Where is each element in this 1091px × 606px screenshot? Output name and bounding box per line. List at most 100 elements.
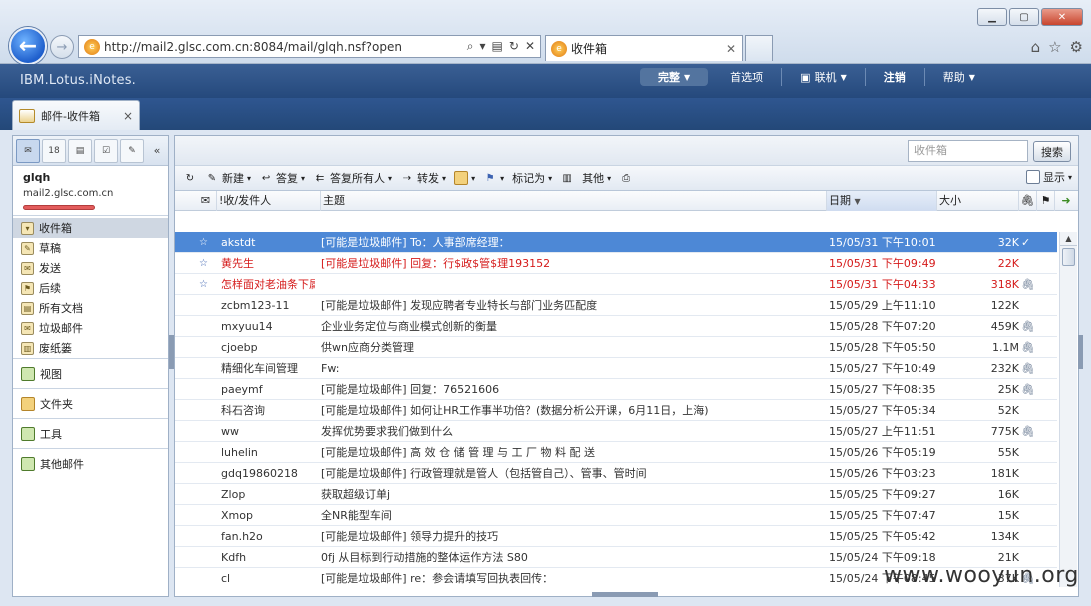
minimize-icon[interactable]: ▁ xyxy=(977,8,1007,26)
contacts-icon[interactable]: ▤ xyxy=(68,138,92,163)
followup-flag-icon: ⚑ xyxy=(21,281,34,295)
mark-as-button[interactable]: 标记为 ▾ xyxy=(508,168,556,188)
home-icon[interactable]: ⌂ xyxy=(1031,38,1041,56)
message-row[interactable]: ☆ akstdt [可能是垃圾邮件] To：人事部席经理： 15/05/31 下午10… xyxy=(175,232,1057,253)
message-row[interactable]: fan.h2o [可能是垃圾邮件] 领导力提升的技巧 15/05/25 下午05:4… xyxy=(175,526,1057,547)
back-icon[interactable]: ← xyxy=(9,27,47,65)
refresh-icon[interactable]: ↻ xyxy=(509,39,519,54)
message-date: 15/05/26 下午05:19 xyxy=(829,446,936,459)
address-bar[interactable]: e http://mail2.glsc.com.cn:8084/mail/glq… xyxy=(78,35,541,58)
show-button[interactable]: 显示 ▾ xyxy=(1025,169,1072,185)
stop-icon[interactable]: ✕ xyxy=(525,39,535,54)
message-subject: [可能是垃圾邮件] 回复：76521606 xyxy=(321,383,500,396)
scroll-up-icon[interactable]: ▲ xyxy=(1060,232,1077,246)
menu-preferences[interactable]: 首选项 xyxy=(712,68,783,86)
message-date: 15/05/31 下午04:33 xyxy=(829,278,936,291)
read-status-column[interactable]: ✉ xyxy=(195,191,217,211)
close-window-icon[interactable]: ✕ xyxy=(1041,8,1083,26)
message-row[interactable]: 精细化车间管理 Fw: 15/05/27 下午10:49 232K 🖇 xyxy=(175,358,1057,379)
message-row[interactable]: ☆ 黄先生 [可能是垃圾邮件] 回复：行$政$管$理193152 15/05/31 下… xyxy=(175,253,1057,274)
collapse-icon[interactable]: « xyxy=(149,144,165,157)
folder-followup[interactable]: ⚑ 后续 xyxy=(13,278,168,298)
dropdown-icon[interactable]: ▾ xyxy=(480,39,486,54)
section-folders[interactable]: 文件夹 xyxy=(13,388,168,418)
message-row[interactable]: Xmop 全NR能型车间 15/05/25 下午07:47 15K xyxy=(175,505,1057,526)
address-url[interactable]: http://mail2.glsc.com.cn:8084/mail/glqh.… xyxy=(104,40,467,54)
menu-online[interactable]: ▣ 联机 ▼ xyxy=(782,68,866,86)
delete-button[interactable]: ▥ xyxy=(556,168,578,188)
right-pane-splitter[interactable] xyxy=(1078,335,1083,369)
menu-logout[interactable]: 注销 xyxy=(866,68,925,86)
mail-icon[interactable]: ✉ xyxy=(16,138,40,163)
message-row[interactable]: luhelin [可能是垃圾邮件] 高 效 仓 储 管 理 与 工 厂 物 料 配… xyxy=(175,442,1057,463)
forward-button[interactable]: ⇢ 转发 ▾ xyxy=(396,168,450,188)
attachment-column[interactable]: 🖇 xyxy=(1019,191,1037,211)
message-row[interactable]: ☆ 怎样面对老油条下属回复： 15/05/31 下午04:33 318K🖇 xyxy=(175,274,1057,295)
folder-list: ▾ 收件箱 ✎ 草稿 ✉ 发送 ⚑ 后续 ▤ 所有文档 ✉ 垃圾邮件 ▥ 废纸篓 xyxy=(13,216,168,358)
folder-drafts[interactable]: ✎ 草稿 xyxy=(13,238,168,258)
bottom-pane-splitter[interactable] xyxy=(592,592,658,597)
star-icon xyxy=(199,400,213,421)
section-tools[interactable]: 工具 xyxy=(13,418,168,448)
attachment-icon xyxy=(1021,295,1033,316)
print-button[interactable]: ⎙ xyxy=(615,168,637,188)
message-row[interactable]: ww 发挥优势要求我们做到什么 15/05/27 上午11:51 775K 🖇 xyxy=(175,421,1057,442)
new-tab-button[interactable] xyxy=(745,35,773,61)
message-date: 15/05/31 下午10:01 xyxy=(829,236,936,249)
message-row[interactable]: zcbm123-11 [可能是垃圾邮件] 发现应聘者专业特长与部门业务匹配度 15/… xyxy=(175,295,1057,316)
column-size[interactable]: 大小 xyxy=(937,191,1019,211)
search-input[interactable]: 收件箱 xyxy=(908,140,1028,162)
maximize-icon[interactable]: ▢ xyxy=(1009,8,1039,26)
followup-column[interactable]: ⚑ xyxy=(1037,191,1055,211)
new-button[interactable]: ✎ 新建 ▾ xyxy=(201,168,255,188)
message-row[interactable]: Zlop 获取超级订单j 15/05/25 下午09:27 16K xyxy=(175,484,1057,505)
star-icon xyxy=(199,505,213,526)
reply-button[interactable]: ↩ 答复 ▾ xyxy=(255,168,309,188)
message-subject: [可能是垃圾邮件] To：人事部席经理： xyxy=(321,236,510,249)
scrollbar-thumb[interactable] xyxy=(1062,248,1075,266)
favorites-icon[interactable]: ☆ xyxy=(1048,38,1061,56)
close-icon[interactable]: × xyxy=(123,109,133,123)
reply-all-button[interactable]: ⇇ 答复所有人 ▾ xyxy=(309,168,396,188)
browser-tab[interactable]: e 收件箱 ✕ xyxy=(545,35,743,61)
menu-help[interactable]: 帮助 ▼ xyxy=(925,68,993,86)
section-other-mail[interactable]: 其他邮件 xyxy=(13,448,168,478)
message-row[interactable]: 科石咨询 [可能是垃圾邮件] 如何让HR工作事半功倍？(数据分析公开课，6月11日… xyxy=(175,400,1057,421)
search-button[interactable]: 搜索 xyxy=(1033,141,1071,162)
more-button[interactable]: 其他 ▾ xyxy=(578,168,615,188)
message-row[interactable]: paeymf [可能是垃圾邮件] 回复：76521606 15/05/27 下午08… xyxy=(175,379,1057,400)
message-size: 52K xyxy=(997,404,1019,417)
chevron-down-icon: ▾ xyxy=(607,173,612,183)
message-list-scrollbar[interactable]: ▲ xyxy=(1059,232,1077,587)
todo-icon[interactable]: ☑ xyxy=(94,138,118,163)
refresh-button[interactable]: ↻ xyxy=(179,168,201,188)
section-views[interactable]: 视图 xyxy=(13,358,168,388)
folder-all-documents[interactable]: ▤ 所有文档 xyxy=(13,298,168,318)
compat-icon[interactable]: ▤ xyxy=(492,39,503,54)
attachment-icon: 🖇 xyxy=(1021,278,1033,291)
close-tab-icon[interactable]: ✕ xyxy=(726,42,742,56)
tab-mail-inbox[interactable]: 邮件-收件箱 × xyxy=(12,100,140,130)
folder-sent[interactable]: ✉ 发送 xyxy=(13,258,168,278)
star-icon xyxy=(199,337,213,358)
settings-icon[interactable]: ⚙ xyxy=(1070,38,1083,56)
column-from[interactable]: !收/发件人 xyxy=(217,191,321,211)
message-row[interactable]: gdq19860218 [可能是垃圾邮件] 行政管理就是管人（包括管自己）、管事、… xyxy=(175,463,1057,484)
folder-trash[interactable]: ▥ 废纸篓 xyxy=(13,338,168,358)
calendar-icon[interactable]: 18 xyxy=(42,138,66,163)
flag-button[interactable]: ⚑ ▾ xyxy=(479,168,508,188)
next-page-icon[interactable]: ➜ xyxy=(1055,191,1077,211)
move-to-folder-button[interactable]: ▾ xyxy=(450,168,479,188)
column-date[interactable]: 日期 ▼ xyxy=(827,191,937,211)
forward-icon[interactable]: → xyxy=(50,35,74,59)
folder-inbox[interactable]: ▾ 收件箱 xyxy=(13,218,168,238)
browser-toolbar-icons: ⌂ ☆ ⚙ xyxy=(1031,38,1083,56)
message-row[interactable]: cjoebp 供wn应商分类管理 15/05/28 下午05:50 1.1M 🖇 xyxy=(175,337,1057,358)
star-icon xyxy=(199,379,213,400)
column-subject[interactable]: 主题 xyxy=(321,191,827,211)
folder-junk[interactable]: ✉ 垃圾邮件 xyxy=(13,318,168,338)
notebook-icon[interactable]: ✎ xyxy=(120,138,144,163)
menu-full[interactable]: 完整 ▼ xyxy=(640,68,709,86)
message-row[interactable]: mxyuu14 企业业务定位与商业模式创新的衡量 15/05/28 下午07:20 4… xyxy=(175,316,1057,337)
search-icon[interactable]: ⌕ xyxy=(467,39,474,54)
